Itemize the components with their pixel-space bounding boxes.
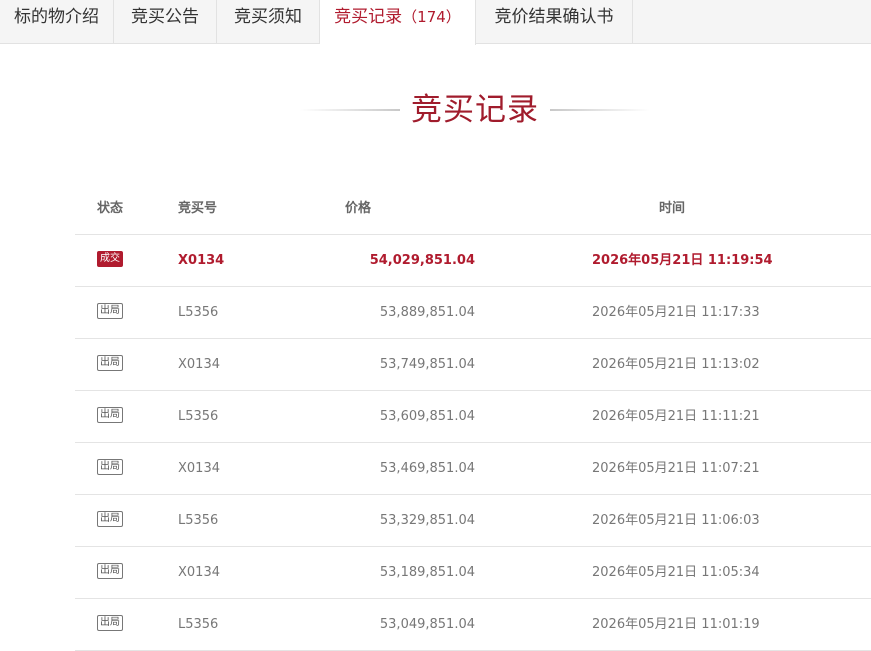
- table-row: 出局 X0134 53,469,851.04 2026年05月21日 11:07:21: [75, 443, 871, 495]
- status-cell: 成交: [97, 235, 123, 287]
- tab-item-intro[interactable]: 标的物介绍: [0, 0, 114, 44]
- time-cell: 2026年05月21日 11:07:21: [592, 461, 760, 476]
- time-cell: 2026年05月21日 11:06:03: [592, 513, 760, 528]
- status-badge: 出局: [97, 615, 123, 631]
- status-badge: 成交: [97, 251, 123, 267]
- bid-no-cell: L5356: [178, 513, 219, 528]
- table-body: 成交 X0134 54,029,851.04 2026年05月21日 11:19:54…: [75, 235, 871, 651]
- price-cell: 53,889,851.04: [379, 305, 475, 320]
- status-badge: 出局: [97, 459, 123, 475]
- status-badge: 出局: [97, 355, 123, 371]
- price-cell: 53,749,851.04: [379, 357, 475, 372]
- tab-count: （174）: [402, 8, 461, 26]
- table-row: 出局 L5356 53,889,851.04 2026年05月21日 11:17:33: [75, 287, 871, 339]
- price-cell: 53,049,851.04: [379, 617, 475, 632]
- table-row: 出局 L5356 53,329,851.04 2026年05月21日 11:06:03: [75, 495, 871, 547]
- bid-records-table: 状态 竞买号 价格 时间 成交 X0134 54,029,851.04 2026年05…: [75, 183, 871, 651]
- status-cell: 出局: [97, 391, 123, 443]
- section-heading: 竞买记录: [300, 88, 650, 132]
- table-row: 出局 L5356 53,049,851.04 2026年05月21日 11:01:19: [75, 599, 871, 651]
- table-row: 出局 X0134 53,749,851.04 2026年05月21日 11:13:02: [75, 339, 871, 391]
- status-badge: 出局: [97, 511, 123, 527]
- time-cell: 2026年05月21日 11:17:33: [592, 305, 760, 320]
- time-cell: 2026年05月21日 11:05:34: [592, 565, 760, 580]
- price-cell: 53,329,851.04: [379, 513, 475, 528]
- status-cell: 出局: [97, 599, 123, 651]
- time-cell: 2026年05月21日 11:01:19: [592, 617, 760, 632]
- tab-label: 标的物介绍: [14, 7, 99, 27]
- header-price: 价格: [345, 201, 372, 216]
- bid-no-cell: L5356: [178, 305, 219, 320]
- tab-bid-records[interactable]: 竞买记录（174）: [320, 0, 476, 45]
- bid-no-cell: X0134: [178, 565, 220, 580]
- time-cell: 2026年05月21日 11:19:54: [592, 253, 773, 268]
- table-header: 状态 竞买号 价格 时间: [75, 183, 871, 235]
- tab-notice[interactable]: 竞买须知: [217, 0, 320, 44]
- bid-no-cell: L5356: [178, 617, 219, 632]
- table-row: 出局 X0134 53,189,851.04 2026年05月21日 11:05:34: [75, 547, 871, 599]
- status-cell: 出局: [97, 287, 123, 339]
- tab-label: 竞买公告: [131, 7, 199, 27]
- time-cell: 2026年05月21日 11:11:21: [592, 409, 760, 424]
- header-bid-no: 竞买号: [178, 201, 218, 216]
- header-time: 时间: [659, 201, 686, 216]
- price-cell: 53,469,851.04: [379, 461, 475, 476]
- section-title: 竞买记录: [411, 92, 539, 128]
- tab-bar: 标的物介绍 竞买公告 竞买须知 竞买记录（174） 竞价结果确认书: [0, 0, 871, 45]
- header-status: 状态: [97, 201, 124, 216]
- price-cell: 53,189,851.04: [379, 565, 475, 580]
- tab-result-confirmation[interactable]: 竞价结果确认书: [476, 0, 633, 44]
- bid-no-cell: X0134: [178, 461, 220, 476]
- tab-label: 竞买须知: [234, 7, 302, 27]
- table-row: 出局 L5356 53,609,851.04 2026年05月21日 11:11:21: [75, 391, 871, 443]
- time-cell: 2026年05月21日 11:13:02: [592, 357, 760, 372]
- heading-divider-right: [550, 109, 650, 111]
- tab-announcement[interactable]: 竞买公告: [114, 0, 217, 44]
- tab-label: 竞价结果确认书: [494, 7, 614, 27]
- status-badge: 出局: [97, 303, 123, 319]
- status-cell: 出局: [97, 495, 123, 547]
- heading-divider-left: [300, 109, 400, 111]
- bid-no-cell: X0134: [178, 357, 220, 372]
- price-cell: 53,609,851.04: [379, 409, 475, 424]
- status-badge: 出局: [97, 563, 123, 579]
- status-cell: 出局: [97, 547, 123, 599]
- bid-no-cell: X0134: [178, 253, 225, 268]
- bid-no-cell: L5356: [178, 409, 219, 424]
- tab-label: 竞买记录: [334, 7, 403, 27]
- status-cell: 出局: [97, 443, 123, 495]
- price-cell: 54,029,851.04: [369, 253, 475, 268]
- status-cell: 出局: [97, 339, 123, 391]
- status-badge: 出局: [97, 407, 123, 423]
- table-row: 成交 X0134 54,029,851.04 2026年05月21日 11:19:54: [75, 235, 871, 287]
